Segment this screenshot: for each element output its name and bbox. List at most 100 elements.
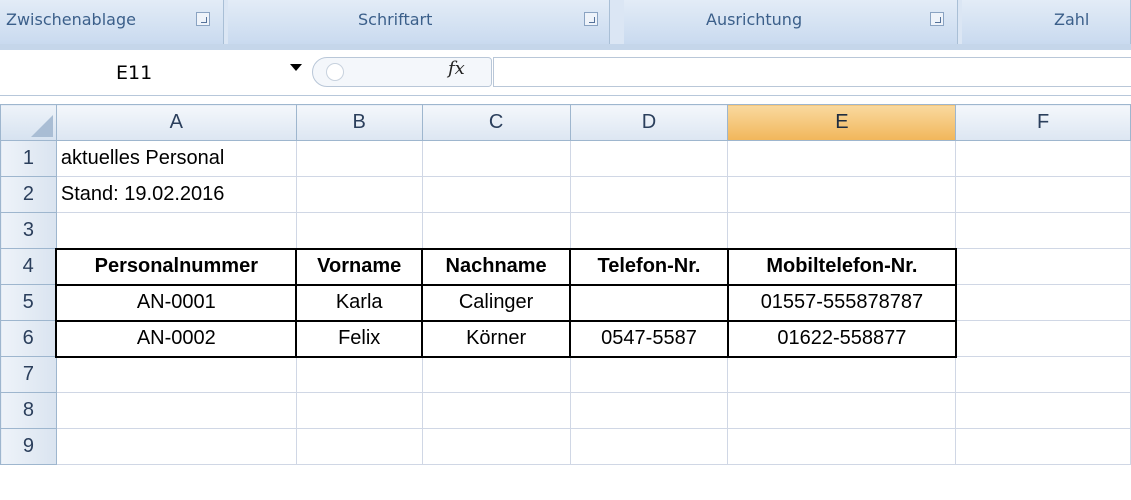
- cell-b8[interactable]: [295, 392, 423, 429]
- row-header[interactable]: 3: [0, 212, 57, 249]
- table-row: 2 Stand: 19.02.2016: [0, 176, 1131, 213]
- cell-e1[interactable]: [727, 140, 957, 177]
- row-header[interactable]: 2: [0, 176, 57, 213]
- cell-f9[interactable]: [955, 428, 1131, 465]
- cell-a9[interactable]: [55, 428, 297, 465]
- cell-e9[interactable]: [727, 428, 957, 465]
- cell-d9[interactable]: [569, 428, 729, 465]
- cell-c2[interactable]: [421, 176, 571, 213]
- column-header-row: A B C D E F: [0, 104, 1131, 141]
- table-row: 8: [0, 392, 1131, 429]
- row-header[interactable]: 7: [0, 356, 57, 393]
- cell-f1[interactable]: [955, 140, 1131, 177]
- cell-d8[interactable]: [569, 392, 729, 429]
- cell-b4[interactable]: Vorname: [295, 247, 424, 286]
- table-row: 3: [0, 212, 1131, 249]
- expand-circle-icon[interactable]: [326, 63, 344, 81]
- column-header-e[interactable]: E: [727, 104, 957, 141]
- row-header[interactable]: 1: [0, 140, 57, 177]
- table-row: 5 AN-0001 Karla Calinger 01557-555878787: [0, 283, 1131, 322]
- cell-a3[interactable]: [55, 212, 297, 249]
- row-header[interactable]: 9: [0, 428, 57, 465]
- cell-f8[interactable]: [955, 392, 1131, 429]
- row-header[interactable]: 8: [0, 392, 57, 429]
- cell-b3[interactable]: [295, 212, 423, 249]
- cell-a2[interactable]: Stand: 19.02.2016: [55, 176, 297, 213]
- dialog-launcher-icon[interactable]: [930, 12, 944, 26]
- cell-e2[interactable]: [727, 176, 957, 213]
- ribbon-group-label: Schriftart: [358, 10, 433, 29]
- cell-c6[interactable]: Körner: [421, 319, 572, 358]
- cell-c9[interactable]: [421, 428, 571, 465]
- column-header-c[interactable]: C: [421, 104, 571, 141]
- cell-b1[interactable]: [295, 140, 423, 177]
- cell-e7[interactable]: [727, 356, 957, 393]
- cell-c8[interactable]: [421, 392, 571, 429]
- select-all-triangle-icon: [30, 115, 53, 137]
- ribbon-group-label: Zwischenablage: [6, 10, 136, 29]
- table-row: 9: [0, 428, 1131, 465]
- cell-b5[interactable]: Karla: [295, 283, 424, 322]
- cell-f4[interactable]: [955, 248, 1131, 285]
- cell-b7[interactable]: [295, 356, 423, 393]
- dialog-launcher-icon[interactable]: [196, 12, 210, 26]
- cell-c4[interactable]: Nachname: [421, 247, 572, 286]
- ribbon-group-font[interactable]: Schriftart: [228, 0, 610, 44]
- cell-f3[interactable]: [955, 212, 1131, 249]
- ribbon-group-label: Ausrichtung: [706, 10, 803, 29]
- cell-d1[interactable]: [569, 140, 729, 177]
- cell-e5[interactable]: 01557-555878787: [726, 283, 957, 322]
- dialog-launcher-icon[interactable]: [584, 12, 598, 26]
- spreadsheet-grid: A B C D E F 1 aktuelles Personal 2 Stand…: [0, 104, 1131, 465]
- cell-d6[interactable]: 0547-5587: [569, 319, 729, 358]
- insert-function-icon[interactable]: fx: [448, 58, 465, 79]
- ribbon-group-number[interactable]: Zahl: [962, 0, 1131, 44]
- cell-f5[interactable]: [955, 284, 1131, 321]
- cell-a6[interactable]: AN-0002: [55, 319, 298, 358]
- cell-a7[interactable]: [55, 356, 297, 393]
- ribbon-group-clipboard[interactable]: Zwischenablage: [0, 0, 224, 44]
- cell-c5[interactable]: Calinger: [421, 283, 572, 322]
- cell-d4[interactable]: Telefon-Nr.: [569, 247, 729, 286]
- cell-a1[interactable]: aktuelles Personal: [55, 140, 297, 177]
- cell-d2[interactable]: [569, 176, 729, 213]
- chevron-down-icon[interactable]: [290, 64, 302, 71]
- cell-e3[interactable]: [727, 212, 957, 249]
- cell-a4[interactable]: Personalnummer: [55, 247, 298, 286]
- cell-f6[interactable]: [955, 320, 1131, 357]
- name-box[interactable]: E11: [58, 58, 308, 88]
- select-all-button[interactable]: [0, 104, 57, 141]
- row-header[interactable]: 4: [0, 248, 57, 285]
- cell-d7[interactable]: [569, 356, 729, 393]
- table-row: 7: [0, 356, 1131, 393]
- cell-e4[interactable]: Mobiltelefon-Nr.: [726, 247, 957, 286]
- cell-b6[interactable]: Felix: [295, 319, 424, 358]
- cell-f2[interactable]: [955, 176, 1131, 213]
- cell-c3[interactable]: [421, 212, 571, 249]
- column-header-f[interactable]: F: [955, 104, 1131, 141]
- ribbon-group-label: Zahl: [1054, 10, 1090, 29]
- table-row: 4 Personalnummer Vorname Nachname Telefo…: [0, 247, 1131, 286]
- cell-d3[interactable]: [569, 212, 729, 249]
- cell-d5[interactable]: [569, 283, 729, 322]
- column-header-b[interactable]: B: [295, 104, 423, 141]
- row-header[interactable]: 6: [0, 320, 57, 357]
- cell-a5[interactable]: AN-0001: [55, 283, 298, 322]
- column-header-a[interactable]: A: [55, 104, 297, 141]
- table-row: 6 AN-0002 Felix Körner 0547-5587 01622-5…: [0, 319, 1131, 358]
- cell-c7[interactable]: [421, 356, 571, 393]
- column-header-d[interactable]: D: [569, 104, 729, 141]
- name-box-value: E11: [116, 62, 153, 84]
- cell-a8[interactable]: [55, 392, 297, 429]
- row-header[interactable]: 5: [0, 284, 57, 321]
- cell-b9[interactable]: [295, 428, 423, 465]
- ribbon-group-alignment[interactable]: Ausrichtung: [624, 0, 958, 44]
- formula-input[interactable]: [493, 57, 1131, 87]
- cell-b2[interactable]: [295, 176, 423, 213]
- cell-e8[interactable]: [727, 392, 957, 429]
- formula-bar: E11 fx: [0, 50, 1131, 96]
- ribbon: Zwischenablage Schriftart Ausrichtung Za…: [0, 0, 1131, 50]
- cell-f7[interactable]: [955, 356, 1131, 393]
- cell-e6[interactable]: 01622-558877: [726, 319, 957, 358]
- cell-c1[interactable]: [421, 140, 571, 177]
